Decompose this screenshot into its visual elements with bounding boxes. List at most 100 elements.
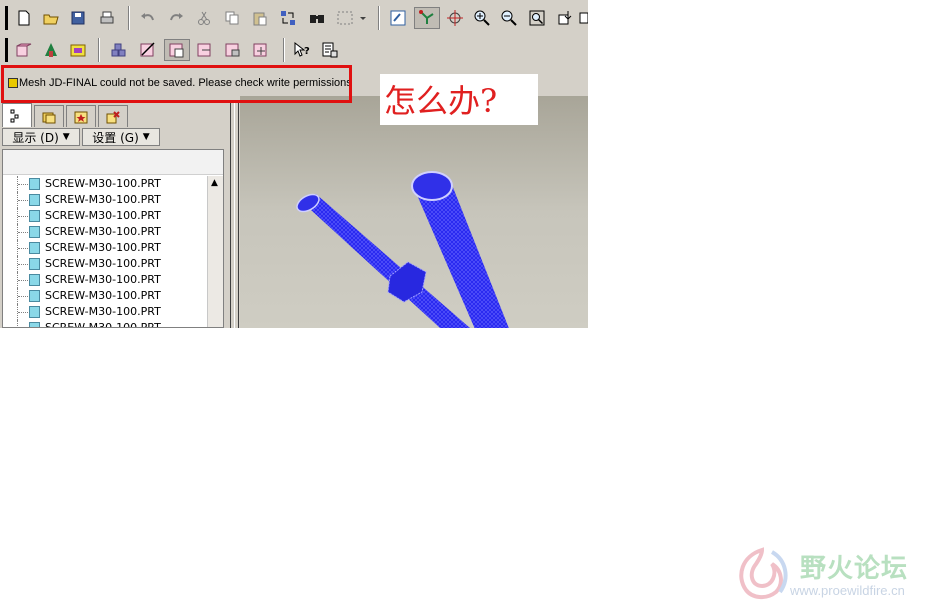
part-icon <box>29 242 40 254</box>
tree-item-label: SCREW-M30-100.PRT <box>45 177 161 190</box>
redo-icon[interactable] <box>165 7 187 29</box>
tree-item[interactable]: SCREW-M30-100.PRT <box>3 240 207 256</box>
part-icon <box>29 226 40 238</box>
undo-icon[interactable] <box>137 7 159 29</box>
question-text: 怎么办? <box>384 82 498 120</box>
tree-item[interactable]: SCREW-M30-100.PRT <box>3 288 207 304</box>
context-help-icon[interactable]: ? <box>291 39 313 61</box>
tree-item[interactable]: SCREW-M30-100.PRT <box>3 304 207 320</box>
no-hidden-icon[interactable] <box>137 39 159 61</box>
view-toolbar: ? <box>0 36 588 64</box>
open-icon[interactable] <box>40 7 62 29</box>
chevron-down-icon: ▼ <box>62 132 70 142</box>
tree-branch <box>18 200 28 201</box>
new-icon[interactable] <box>13 7 35 29</box>
part-icon <box>29 178 40 190</box>
orient-icon[interactable] <box>554 7 576 29</box>
tree-item[interactable]: SCREW-M30-100.PRT <box>3 272 207 288</box>
part-icon <box>29 194 40 206</box>
scroll-up-icon[interactable]: ▲ <box>211 178 218 188</box>
part-icon <box>29 210 40 222</box>
folder-browser-tab-icon[interactable] <box>34 105 64 127</box>
model-tree-scrollbar[interactable]: ▲ <box>207 176 223 327</box>
part-icon <box>29 290 40 302</box>
toolbar-grip[interactable] <box>5 6 8 30</box>
layer-icon[interactable] <box>108 39 130 61</box>
cut-icon[interactable] <box>193 7 215 29</box>
tube-end-large <box>411 171 453 201</box>
select-box-icon[interactable] <box>334 7 356 29</box>
datum-display-icon[interactable] <box>414 7 440 29</box>
cad-application-window: ? Mesh JD-FINAL could not be saved. Plea… <box>0 0 588 328</box>
toolbar-separator <box>98 38 100 62</box>
print-icon[interactable] <box>96 7 118 29</box>
splitter-highlight <box>234 103 235 328</box>
tree-connector <box>17 320 19 327</box>
regenerate-icon[interactable] <box>277 7 299 29</box>
tree-branch <box>18 232 28 233</box>
overflow-icon[interactable] <box>578 7 588 29</box>
tree-item-label: SCREW-M30-100.PRT <box>45 193 161 206</box>
tree-item-label: SCREW-M30-100.PRT <box>45 241 161 254</box>
repaint-icon[interactable] <box>387 7 409 29</box>
tree-branch <box>18 280 28 281</box>
shaded-icon[interactable] <box>67 39 89 61</box>
svg-text:?: ? <box>304 46 310 57</box>
tree-branch <box>18 184 28 185</box>
chevron-down-icon[interactable] <box>358 7 368 29</box>
main-toolbar <box>0 4 588 32</box>
favorites-tab-icon[interactable] <box>66 105 96 127</box>
model-tree-tab-icon[interactable] <box>2 103 32 127</box>
toolbar-separator <box>283 38 285 62</box>
splitter-edge <box>238 103 239 328</box>
tree-branch <box>18 296 28 297</box>
copy-icon[interactable] <box>221 7 243 29</box>
toolbar-grip[interactable] <box>5 38 8 62</box>
show-menu-button[interactable]: 显示 (D) ▼ <box>2 128 80 146</box>
saved-view-icon[interactable] <box>164 39 190 61</box>
settings-menu-label: 设置 (G) <box>92 130 139 145</box>
view-manager-icon[interactable] <box>194 39 216 61</box>
tree-item-label: SCREW-M30-100.PRT <box>45 209 161 222</box>
toolbar-separator <box>128 6 130 30</box>
spin-center-icon[interactable] <box>444 7 466 29</box>
chevron-down-icon: ▼ <box>142 132 150 142</box>
tree-item-label: SCREW-M30-100.PRT <box>45 305 161 318</box>
zoom-out-icon[interactable] <box>498 7 520 29</box>
model-tree-panel: SCREW-M30-100.PRT SCREW-M30-100.PRT SCREW-… <box>2 149 224 328</box>
tree-item[interactable]: SCREW-M30-100.PRT <box>3 320 207 327</box>
navigator-tabs <box>0 103 228 127</box>
toolbar-separator <box>378 6 380 30</box>
wireframe-icon[interactable] <box>13 39 35 61</box>
part-icon <box>29 306 40 318</box>
question-annotation: 怎么办? <box>380 74 538 125</box>
part-icon <box>29 322 40 327</box>
save-icon[interactable] <box>67 7 89 29</box>
tree-branch <box>18 216 28 217</box>
watermark-url: www.proewildfire.cn <box>790 583 905 598</box>
tree-item[interactable]: SCREW-M30-100.PRT <box>3 192 207 208</box>
tree-item[interactable]: SCREW-M30-100.PRT <box>3 208 207 224</box>
find-icon[interactable] <box>306 7 328 29</box>
part-icon <box>29 258 40 270</box>
model-tree-header <box>3 150 223 175</box>
parameters-icon[interactable] <box>319 39 341 61</box>
refit-icon[interactable] <box>526 7 548 29</box>
named-view-icon[interactable] <box>222 39 244 61</box>
connections-tab-icon[interactable] <box>98 105 128 127</box>
tree-branch <box>18 264 28 265</box>
tree-branch <box>18 248 28 249</box>
graphics-viewport[interactable] <box>240 96 588 328</box>
tree-item[interactable]: SCREW-M30-100.PRT <box>3 224 207 240</box>
navigator-splitter[interactable] <box>228 103 240 328</box>
tree-item[interactable]: SCREW-M30-100.PRT <box>3 256 207 272</box>
mesh-model-view[interactable] <box>240 96 588 328</box>
paste-icon[interactable] <box>249 7 271 29</box>
tree-item[interactable]: SCREW-M30-100.PRT <box>3 176 207 192</box>
flame-logo-icon <box>739 547 788 599</box>
hidden-line-icon[interactable] <box>40 39 62 61</box>
settings-menu-button[interactable]: 设置 (G) ▼ <box>82 128 160 146</box>
highlight-frame <box>1 65 352 103</box>
model-tree-icon[interactable] <box>250 39 272 61</box>
zoom-in-icon[interactable] <box>471 7 493 29</box>
